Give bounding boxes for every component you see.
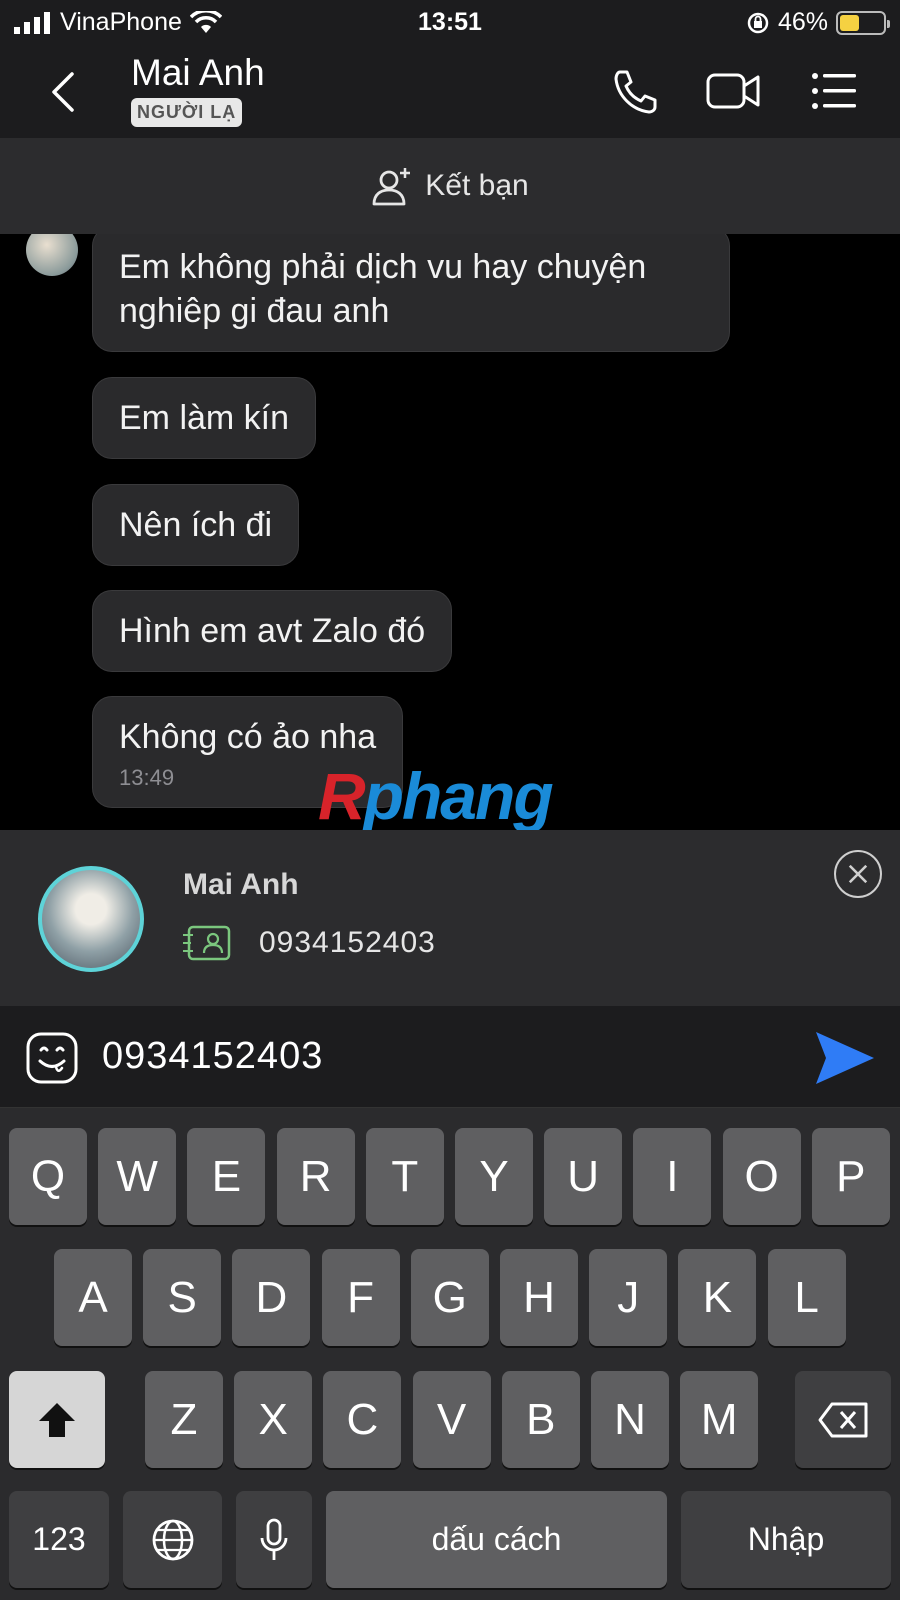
key-v[interactable]: V xyxy=(412,1371,491,1468)
key-k[interactable]: K xyxy=(678,1249,757,1346)
key-h[interactable]: H xyxy=(500,1249,578,1346)
key-e[interactable]: E xyxy=(187,1128,266,1225)
key-o[interactable]: O xyxy=(722,1128,801,1225)
globe-icon xyxy=(152,1519,193,1560)
contact-name[interactable]: Mai Anh xyxy=(131,52,265,94)
status-right: 46% xyxy=(746,8,890,37)
add-friend-label: Kết bạn xyxy=(425,169,529,202)
shift-key[interactable] xyxy=(9,1371,105,1468)
battery-percent: 46% xyxy=(777,8,828,36)
message-text: Hình em avt Zalo đó xyxy=(119,612,426,650)
key-b[interactable]: B xyxy=(501,1371,580,1468)
watermark-part-2: phang xyxy=(363,759,554,833)
message-bubble[interactable]: Em làm kín xyxy=(92,377,317,459)
message-bubble[interactable]: Em không phải dịch vu hay chuyện nghiêp … xyxy=(92,234,730,352)
phone-icon[interactable] xyxy=(608,66,662,116)
message-text: Em làm kín xyxy=(119,399,290,437)
message-list[interactable]: Em không phải dịch vu hay chuyện nghiêp … xyxy=(0,234,900,830)
suggestion-phone: 0934152403 xyxy=(259,926,436,959)
shift-icon xyxy=(39,1402,75,1437)
key-l[interactable]: L xyxy=(767,1249,846,1346)
status-bar: VinaPhone 13:51 46% xyxy=(0,0,900,44)
message-text: Không có ảo nha xyxy=(119,718,377,756)
add-friend-button[interactable]: Kết bạn xyxy=(0,138,900,234)
watermark-logo: Rphang xyxy=(318,758,554,834)
message-input[interactable] xyxy=(102,1028,782,1084)
key-z[interactable]: Z xyxy=(145,1371,223,1468)
rotation-lock-icon xyxy=(747,12,769,33)
battery-level xyxy=(840,14,859,31)
chat-header: Mai Anh NGƯỜI LẠ xyxy=(0,44,900,138)
numbers-key[interactable]: 123 xyxy=(9,1491,109,1588)
key-q[interactable]: Q xyxy=(9,1128,87,1225)
key-u[interactable]: U xyxy=(544,1128,623,1225)
sender-avatar[interactable] xyxy=(26,234,78,276)
key-m[interactable]: M xyxy=(680,1371,759,1468)
message-bubble[interactable]: Hình em avt Zalo đó xyxy=(92,590,453,672)
key-p[interactable]: P xyxy=(811,1128,890,1225)
message-bubble[interactable]: Nên ích đi xyxy=(92,484,300,566)
menu-icon[interactable] xyxy=(808,66,862,116)
key-y[interactable]: Y xyxy=(455,1128,533,1225)
globe-key[interactable] xyxy=(123,1491,222,1588)
key-a[interactable]: A xyxy=(54,1249,132,1346)
composer xyxy=(0,1006,900,1108)
contact-card-icon xyxy=(183,925,231,961)
space-key[interactable]: dấu cách xyxy=(326,1491,667,1588)
message-text: Nên ích đi xyxy=(119,506,273,544)
message-text: Em không phải dịch vu hay chuyện nghiêp … xyxy=(119,248,647,330)
key-t[interactable]: T xyxy=(365,1128,444,1225)
contact-suggestion-card[interactable]: Mai Anh 0934152403 xyxy=(0,830,900,1006)
key-i[interactable]: I xyxy=(633,1128,712,1225)
video-icon[interactable] xyxy=(706,66,760,116)
key-f[interactable]: F xyxy=(321,1249,400,1346)
backspace-icon xyxy=(818,1402,868,1437)
suggestion-name: Mai Anh xyxy=(183,868,299,901)
send-icon[interactable] xyxy=(814,1030,876,1086)
key-r[interactable]: R xyxy=(276,1128,355,1225)
watermark-part-1: R xyxy=(318,759,366,833)
microphone-icon xyxy=(260,1518,288,1560)
dictation-key[interactable] xyxy=(236,1491,312,1588)
keyboard: QWERTYUIOP ASDFGHJKL ZXCVBNM 123 dấu các… xyxy=(0,1108,900,1600)
return-key[interactable]: Nhập xyxy=(681,1491,891,1588)
key-g[interactable]: G xyxy=(410,1249,489,1346)
back-icon[interactable] xyxy=(44,68,84,116)
key-d[interactable]: D xyxy=(232,1249,311,1346)
close-icon[interactable] xyxy=(834,850,882,898)
key-n[interactable]: N xyxy=(591,1371,669,1468)
key-c[interactable]: C xyxy=(323,1371,402,1468)
battery-icon xyxy=(836,10,890,35)
add-user-icon xyxy=(372,168,411,206)
emoji-icon[interactable] xyxy=(26,1032,78,1084)
key-j[interactable]: J xyxy=(589,1249,668,1346)
key-s[interactable]: S xyxy=(143,1249,222,1346)
suggestion-avatar xyxy=(38,866,144,972)
key-w[interactable]: W xyxy=(98,1128,177,1225)
stranger-badge: NGƯỜI LẠ xyxy=(131,98,243,127)
key-x[interactable]: X xyxy=(234,1371,313,1468)
backspace-key[interactable] xyxy=(795,1371,891,1468)
